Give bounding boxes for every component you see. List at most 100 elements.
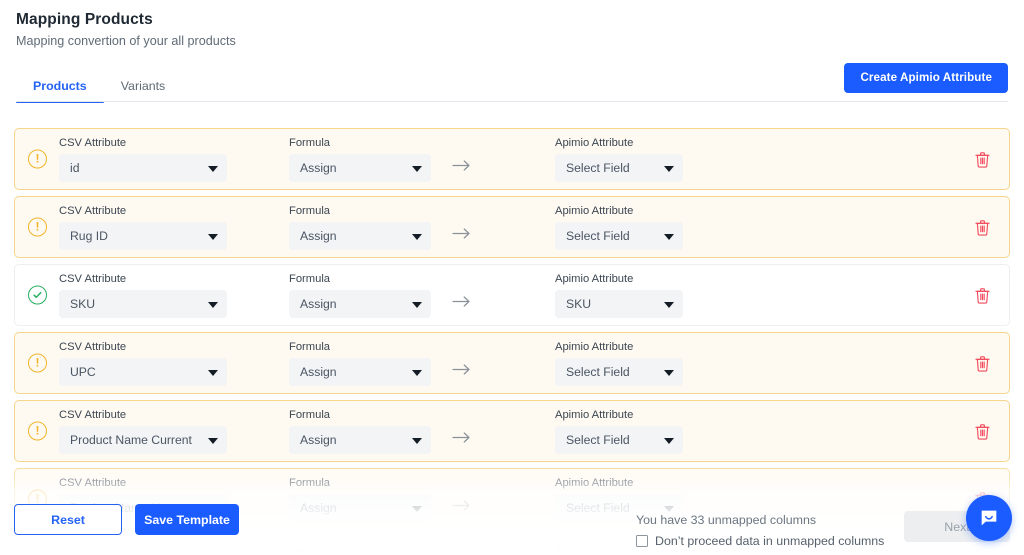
maps-to-arrow-icon	[431, 227, 493, 240]
chevron-down-icon	[412, 437, 422, 444]
csv-attribute-label: CSV Attribute	[59, 204, 127, 217]
warning-icon: !	[28, 353, 47, 373]
maps-to-arrow-icon	[431, 363, 493, 376]
apimio-attribute-group: Apimio Attribute SKU	[555, 273, 683, 318]
tab-variants[interactable]: Variants	[104, 79, 183, 102]
apimio-attribute-value: SKU	[566, 296, 592, 311]
tab-list: Products Variants	[16, 64, 183, 103]
csv-attribute-select[interactable]: SKU	[59, 289, 227, 318]
csv-attribute-value: Rug ID	[70, 228, 108, 243]
formula-group: Formula Assign	[289, 341, 431, 386]
csv-attribute-group: CSV Attribute Product Name Current	[59, 409, 227, 454]
apimio-attribute-label: Apimio Attribute	[555, 136, 634, 149]
formula-select[interactable]: Assign	[289, 357, 431, 386]
chevron-down-icon	[208, 369, 218, 376]
page-title: Mapping Products	[16, 11, 153, 28]
chevron-down-icon	[208, 233, 218, 240]
warning-icon: !	[28, 421, 47, 441]
apimio-attribute-label: Apimio Attribute	[555, 340, 634, 353]
formula-group: Formula Assign	[289, 205, 431, 250]
formula-label: Formula	[289, 204, 331, 217]
apimio-attribute-group: Apimio Attribute Select Field	[555, 137, 683, 182]
mapping-row[interactable]: ! CSV Attribute Rug ID Formula Assign Apimio …	[14, 196, 1010, 258]
success-check-icon	[28, 285, 47, 305]
reset-button[interactable]: Reset	[14, 504, 122, 535]
csv-attribute-value: Product Name Current	[70, 432, 192, 447]
warning-icon: !	[28, 149, 47, 169]
chevron-down-icon	[208, 165, 218, 172]
formula-label: Formula	[289, 272, 331, 285]
formula-value: Assign	[300, 160, 337, 175]
formula-group: Formula Assign	[289, 273, 431, 318]
formula-value: Assign	[300, 228, 337, 243]
delete-row-button[interactable]	[969, 214, 995, 240]
delete-row-button[interactable]	[969, 146, 995, 172]
dont-proceed-checkbox-label: Don’t proceed data in unmapped columns	[655, 534, 885, 548]
formula-select[interactable]: Assign	[289, 289, 431, 318]
formula-select[interactable]: Assign	[289, 153, 431, 182]
chevron-down-icon	[208, 437, 218, 444]
chevron-down-icon	[664, 369, 674, 376]
formula-label: Formula	[289, 408, 331, 421]
mapping-products-page: Mapping Products Mapping convertion of y…	[0, 0, 1024, 555]
mapping-row[interactable]: ! CSV Attribute Product Name Current Formul…	[14, 400, 1010, 462]
apimio-attribute-select[interactable]: Select Field	[555, 425, 683, 454]
delete-row-button[interactable]	[969, 350, 995, 376]
apimio-attribute-value: Select Field	[566, 228, 630, 243]
bottom-action-bar: Reset Save Template You have 33 unmapped…	[0, 495, 1024, 555]
formula-label: Formula	[289, 136, 331, 149]
dont-proceed-checkbox[interactable]	[636, 535, 648, 547]
csv-attribute-group: CSV Attribute UPC	[59, 341, 227, 386]
dont-proceed-checkbox-row[interactable]: Don’t proceed data in unmapped columns	[636, 533, 884, 549]
mapping-row[interactable]: ! CSV Attribute id Formula Assign Apimio Attr…	[14, 128, 1010, 190]
csv-attribute-select[interactable]: Product Name Current	[59, 425, 227, 454]
unmapped-columns-block: You have 33 unmapped columns Don’t proce…	[636, 512, 884, 549]
chevron-down-icon	[664, 233, 674, 240]
formula-select[interactable]: Assign	[289, 221, 431, 250]
csv-attribute-value: id	[70, 160, 80, 175]
csv-attribute-label: CSV Attribute	[59, 136, 127, 149]
apimio-attribute-value: Select Field	[566, 432, 630, 447]
save-template-button[interactable]: Save Template	[135, 504, 239, 535]
formula-value: Assign	[300, 364, 337, 379]
apimio-attribute-group: Apimio Attribute Select Field	[555, 341, 683, 386]
tab-products[interactable]: Products	[16, 79, 104, 103]
chevron-down-icon	[664, 437, 674, 444]
apimio-attribute-group: Apimio Attribute Select Field	[555, 205, 683, 250]
apimio-attribute-select[interactable]: SKU	[555, 289, 683, 318]
csv-attribute-select[interactable]: UPC	[59, 357, 227, 386]
csv-attribute-value: SKU	[70, 296, 96, 311]
chat-bubble-icon	[978, 507, 1000, 529]
apimio-attribute-select[interactable]: Select Field	[555, 221, 683, 250]
unmapped-columns-count: You have 33 unmapped columns	[636, 513, 817, 527]
csv-attribute-label: CSV Attribute	[59, 272, 127, 285]
formula-group: Formula Assign	[289, 137, 431, 182]
mapping-row[interactable]: ! CSV Attribute UPC Formula Assign Apimio Att…	[14, 332, 1010, 394]
chevron-down-icon	[208, 301, 218, 308]
chevron-down-icon	[664, 301, 674, 308]
mapping-row[interactable]: CSV Attribute SKU Formula Assign Apimio Attr…	[14, 264, 1010, 326]
create-apimio-attribute-button[interactable]: Create Apimio Attribute	[844, 63, 1008, 93]
formula-select[interactable]: Assign	[289, 425, 431, 454]
delete-row-button[interactable]	[969, 282, 995, 308]
formula-label: Formula	[289, 476, 331, 489]
csv-attribute-label: CSV Attribute	[59, 340, 127, 353]
csv-attribute-select[interactable]: Rug ID	[59, 221, 227, 250]
csv-attribute-group: CSV Attribute Rug ID	[59, 205, 227, 250]
page-header: Mapping Products Mapping convertion of y…	[0, 0, 1024, 51]
chat-launcher-button[interactable]	[966, 495, 1012, 541]
maps-to-arrow-icon	[431, 159, 493, 172]
mapping-rows-list[interactable]: ! CSV Attribute id Formula Assign Apimio Attr…	[0, 128, 1024, 555]
csv-attribute-select[interactable]: id	[59, 153, 227, 182]
tabs-divider	[16, 101, 1008, 102]
apimio-attribute-select[interactable]: Select Field	[555, 357, 683, 386]
delete-row-button[interactable]	[969, 418, 995, 444]
apimio-attribute-select[interactable]: Select Field	[555, 153, 683, 182]
apimio-attribute-group: Apimio Attribute Select Field	[555, 409, 683, 454]
apimio-attribute-label: Apimio Attribute	[555, 408, 634, 421]
csv-attribute-group: CSV Attribute SKU	[59, 273, 227, 318]
csv-attribute-group: CSV Attribute id	[59, 137, 227, 182]
apimio-attribute-label: Apimio Attribute	[555, 204, 634, 217]
formula-value: Assign	[300, 296, 337, 311]
apimio-attribute-value: Select Field	[566, 160, 630, 175]
